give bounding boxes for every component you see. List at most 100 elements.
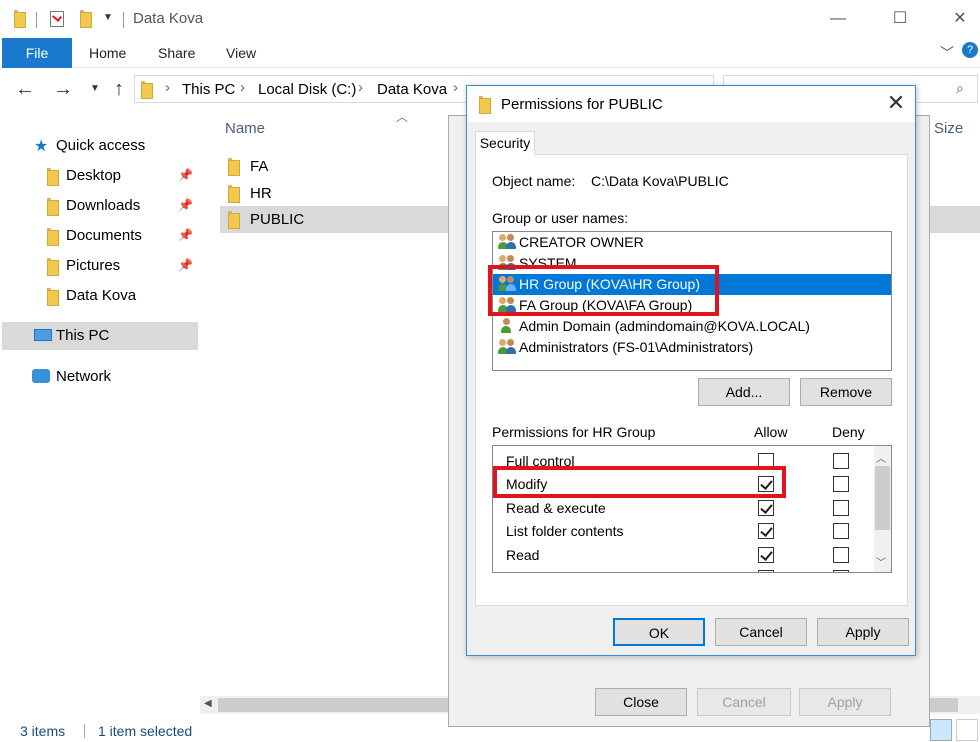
permission-row-list-folder-contents: List folder contents <box>493 520 873 542</box>
breadcrumb-this-pc[interactable]: This PC <box>182 81 235 98</box>
user-label: Administrators (FS-01\Administrators) <box>519 339 754 355</box>
chevron-right-icon[interactable]: › <box>165 79 170 96</box>
maximize-button[interactable]: ☐ <box>885 6 915 32</box>
tab-home[interactable]: Home <box>89 38 126 68</box>
security-panel: Object name: C:\Data Kova\PUBLIC Group o… <box>475 154 908 606</box>
permission-label: Read <box>506 547 540 563</box>
column-header-name[interactable]: Name <box>225 120 265 137</box>
allow-checkbox[interactable] <box>758 570 774 572</box>
object-name-value: C:\Data Kova\PUBLIC <box>591 173 729 189</box>
permissions-for-label: Permissions for HR Group <box>492 424 656 440</box>
apply-button[interactable]: Apply <box>817 618 909 646</box>
pin-icon[interactable]: 📌 <box>178 198 193 212</box>
minimize-button[interactable]: — <box>823 6 853 32</box>
close-icon[interactable]: ✕ <box>881 90 911 118</box>
user-row-creator-owner[interactable]: CREATOR OWNER <box>493 232 891 253</box>
nav-label: Desktop <box>66 167 122 184</box>
documents-folder-icon <box>47 228 59 246</box>
folder-icon <box>228 211 240 229</box>
column-header-size[interactable]: Size <box>934 120 963 137</box>
allow-checkbox[interactable] <box>758 500 774 516</box>
permissions-table: Full control Modify Read & execute List … <box>492 445 892 573</box>
large-icons-view-icon[interactable] <box>956 719 978 741</box>
scrollbar-thumb[interactable] <box>875 466 890 530</box>
permissions-dialog: Permissions for PUBLIC ✕ Security Object… <box>466 85 916 656</box>
nav-item-desktop[interactable]: Desktop 📌 <box>0 162 198 190</box>
add-button[interactable]: Add... <box>698 378 790 406</box>
user-row-admin-domain[interactable]: Admin Domain (admindomain@KOVA.LOCAL) <box>493 316 891 337</box>
deny-checkbox[interactable] <box>833 500 849 516</box>
tab-file[interactable]: File <box>2 38 72 68</box>
customize-quick-access-icon[interactable]: ▼ <box>103 12 113 23</box>
allow-checkbox[interactable] <box>758 547 774 563</box>
permission-row-read-execute: Read & execute <box>493 497 873 519</box>
forward-arrow-icon[interactable]: → <box>50 76 76 102</box>
cancel-button[interactable]: Cancel <box>715 618 807 646</box>
folder-icon <box>479 96 491 114</box>
tab-view[interactable]: View <box>226 38 256 68</box>
deny-checkbox[interactable] <box>833 476 849 492</box>
highlight-box-modify <box>493 466 786 498</box>
nav-label: Quick access <box>56 137 146 154</box>
user-row-administrators[interactable]: Administrators (FS-01\Administrators) <box>493 337 891 358</box>
breadcrumb-local-disk[interactable]: Local Disk (C:) <box>258 81 356 98</box>
help-icon[interactable]: ? <box>962 42 978 58</box>
up-arrow-icon[interactable]: ↑ <box>106 76 132 102</box>
nav-label: This PC <box>56 327 110 344</box>
window-title: Data Kova <box>133 10 204 27</box>
cancel-button[interactable]: Cancel <box>697 688 791 716</box>
tab-security[interactable]: Security <box>475 131 535 155</box>
divider <box>84 724 85 738</box>
back-arrow-icon[interactable]: ← <box>12 76 38 102</box>
folder-icon <box>14 10 26 28</box>
new-folder-quick-icon[interactable] <box>80 10 92 28</box>
chevron-right-icon[interactable]: › <box>358 79 363 96</box>
group-icon <box>498 234 516 250</box>
pin-icon[interactable]: 📌 <box>178 228 193 242</box>
details-view-icon[interactable] <box>930 719 952 741</box>
allow-checkbox[interactable] <box>758 523 774 539</box>
nav-item-data-kova[interactable]: Data Kova <box>0 282 198 310</box>
vertical-scrollbar[interactable]: ︿ ﹀ <box>874 446 891 572</box>
expand-ribbon-icon[interactable]: ﹀ <box>940 43 954 63</box>
selection-count: 1 item selected <box>98 723 193 739</box>
computer-icon <box>34 329 52 341</box>
close-window-button[interactable]: ✕ <box>945 6 975 32</box>
nav-item-documents[interactable]: Documents 📌 <box>0 222 198 250</box>
properties-quick-icon[interactable] <box>50 11 64 27</box>
nav-item-downloads[interactable]: Downloads 📌 <box>0 192 198 220</box>
nav-item-this-pc[interactable]: This PC <box>2 322 198 350</box>
chevron-right-icon[interactable]: › <box>240 79 245 96</box>
close-button[interactable]: Close <box>595 688 687 716</box>
apply-button[interactable]: Apply <box>799 688 891 716</box>
breadcrumb-data-kova[interactable]: Data Kova <box>377 81 447 98</box>
deny-checkbox[interactable] <box>833 547 849 563</box>
tab-share[interactable]: Share <box>158 38 195 68</box>
navigation-pane: ★ Quick access Desktop 📌 Downloads 📌 Doc… <box>0 108 200 714</box>
pin-icon[interactable]: 📌 <box>178 258 193 272</box>
nav-quick-access[interactable]: ★ Quick access <box>0 132 198 160</box>
sort-ascending-icon: ︿ <box>396 110 409 124</box>
deny-checkbox[interactable] <box>833 570 849 572</box>
folder-icon <box>141 81 153 99</box>
folder-icon <box>228 185 240 203</box>
deny-checkbox[interactable] <box>833 453 849 469</box>
dialog-title-bar: Permissions for PUBLIC ✕ <box>467 86 915 122</box>
title-bar: ▼ Data Kova — ☐ ✕ <box>0 0 980 38</box>
recent-locations-icon[interactable]: ▼ <box>82 76 108 102</box>
scroll-left-icon[interactable]: ◀ <box>204 698 212 709</box>
deny-checkbox[interactable] <box>833 523 849 539</box>
scroll-down-icon[interactable]: ﹀ <box>876 554 886 569</box>
ok-button[interactable]: OK <box>613 618 705 646</box>
pin-icon[interactable]: 📌 <box>178 168 193 182</box>
nav-item-pictures[interactable]: Pictures 📌 <box>0 252 198 280</box>
scroll-up-icon[interactable]: ︿ <box>876 450 886 465</box>
chevron-right-icon[interactable]: › <box>453 79 458 96</box>
nav-label: Network <box>56 368 112 385</box>
deny-column-header: Deny <box>832 424 865 440</box>
star-icon: ★ <box>34 138 49 155</box>
remove-button[interactable]: Remove <box>800 378 892 406</box>
nav-item-network[interactable]: Network <box>0 363 198 391</box>
file-name: HR <box>250 185 272 202</box>
nav-label: Data Kova <box>66 287 137 304</box>
